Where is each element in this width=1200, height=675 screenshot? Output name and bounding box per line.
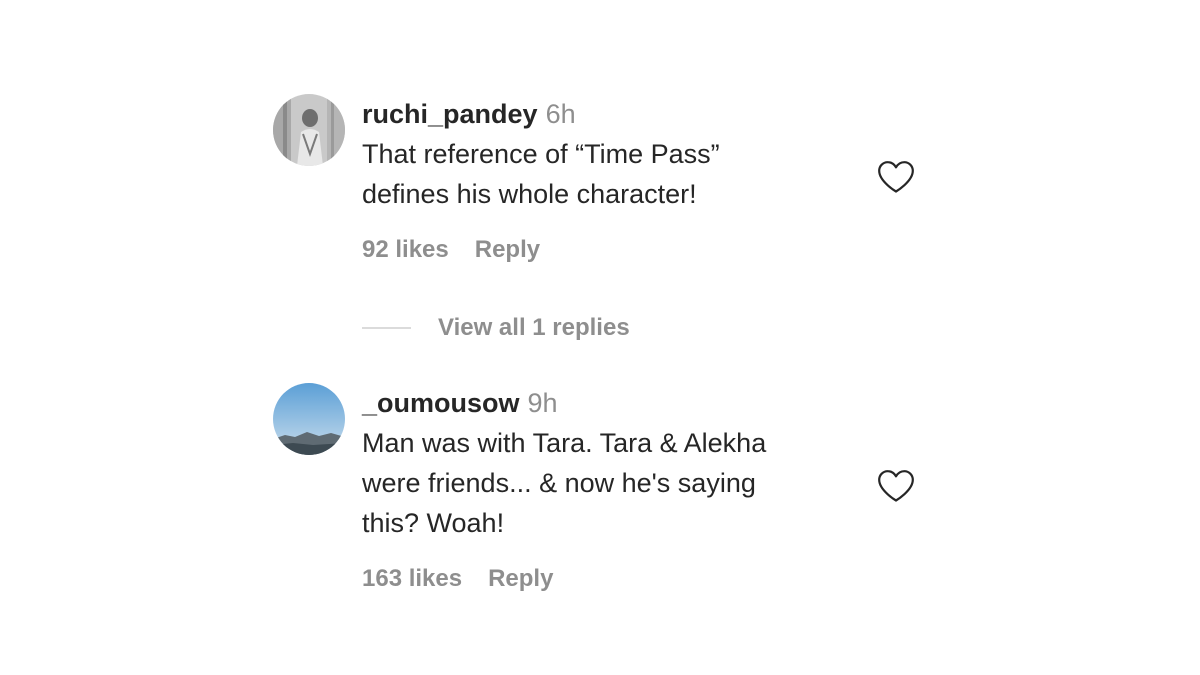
heart-outline-icon (878, 161, 914, 193)
avatar[interactable] (273, 94, 345, 166)
reply-button[interactable]: Reply (475, 236, 540, 263)
username-link[interactable]: ruchi_pandey (362, 99, 538, 129)
comment-timestamp[interactable]: 9h (528, 388, 558, 418)
username-link[interactable]: _oumousow (362, 388, 520, 418)
view-replies-button[interactable]: View all 1 replies (362, 312, 630, 344)
avatar-image (273, 94, 345, 166)
likes-count[interactable]: 163 likes (362, 565, 462, 592)
comments-section: ruchi_pandey 6h That reference of “Time P… (0, 0, 1200, 675)
avatar-image (273, 383, 345, 455)
comment-meta: 163 likes Reply (362, 565, 842, 593)
like-button[interactable] (877, 469, 915, 503)
like-button[interactable] (877, 160, 915, 194)
comment-header: ruchi_pandey 6h (362, 94, 842, 134)
likes-count[interactable]: 92 likes (362, 236, 449, 263)
comment-text-line: That reference of “Time Pass” (362, 139, 720, 169)
comment-text-line: Man was with Tara. Tara & Alekha (362, 428, 767, 458)
comment-meta: 92 likes Reply (362, 236, 842, 264)
comment-text-line: were friends... & now he's saying (362, 468, 756, 498)
comment-text-line: this? Woah! (362, 508, 505, 538)
comment-header: _oumousow 9h (362, 383, 842, 423)
avatar[interactable] (273, 383, 345, 455)
comment-timestamp[interactable]: 6h (546, 99, 576, 129)
comment-text-line: defines his whole character! (362, 179, 697, 209)
comment-body: ruchi_pandey 6h That reference of “Time P… (362, 94, 842, 264)
view-replies-label: View all 1 replies (438, 314, 630, 341)
heart-outline-icon (878, 470, 914, 502)
reply-button[interactable]: Reply (488, 565, 553, 592)
replies-divider (362, 327, 411, 329)
comment-body: _oumousow 9h Man was with Tara. Tara & Al… (362, 383, 842, 593)
